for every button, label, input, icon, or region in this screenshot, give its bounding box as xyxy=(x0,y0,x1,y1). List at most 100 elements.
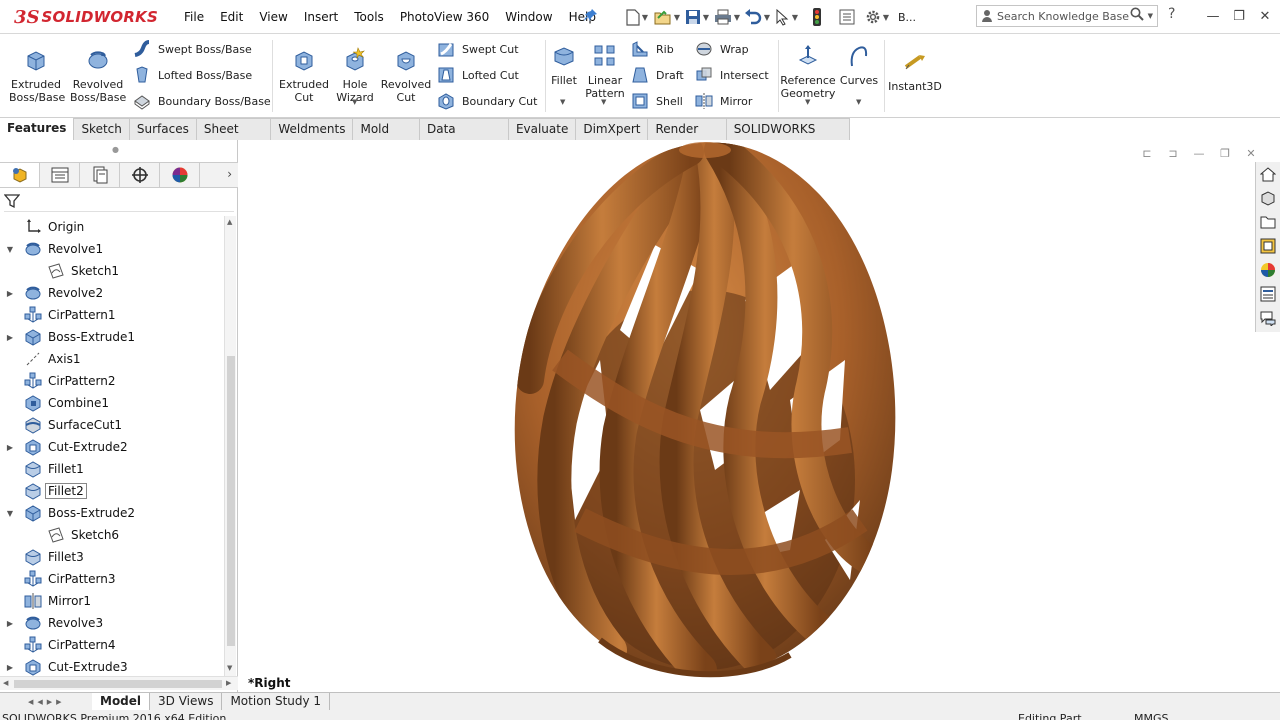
tree-item[interactable]: CirPattern1 xyxy=(0,304,224,326)
tab-features[interactable]: Features xyxy=(0,118,75,140)
tab-3d-views[interactable]: 3D Views xyxy=(150,692,223,711)
boundary-cut-button[interactable]: Boundary Cut xyxy=(436,90,537,112)
tab-navigation-arrows[interactable]: ◀◀▶▶ xyxy=(0,694,92,710)
tab-surfaces[interactable]: Surfaces xyxy=(129,118,197,140)
tree-item[interactable]: SurfaceCut1 xyxy=(0,414,224,436)
tree-item[interactable]: Origin xyxy=(0,216,224,238)
scroll-up-icon[interactable]: ▲ xyxy=(227,218,232,226)
tree-item[interactable]: ▶ Revolve3 xyxy=(0,612,224,634)
menu-window[interactable]: Window xyxy=(497,10,560,24)
tree-item[interactable]: Axis1 xyxy=(0,348,224,370)
unit-system[interactable]: MMGS xyxy=(1134,712,1169,720)
lofted-cut-button[interactable]: Lofted Cut xyxy=(436,64,519,86)
tab-addins[interactable]: SOLIDWORKS Add-Ins xyxy=(726,118,850,157)
print-button[interactable]: ▼ xyxy=(712,5,742,29)
revolved-boss-button[interactable]: Revolved Boss/Base xyxy=(70,40,126,112)
tab-sheet-metal[interactable]: Sheet Metal xyxy=(196,118,272,157)
scroll-down-icon[interactable]: ▼ xyxy=(227,664,232,672)
chevron-right-icon[interactable]: › xyxy=(227,167,232,181)
menu-edit[interactable]: Edit xyxy=(212,10,251,24)
rebuild-hint[interactable]: B... xyxy=(892,5,922,29)
boundary-boss-button[interactable]: Boundary Boss/Base xyxy=(132,90,271,112)
tree-item[interactable]: ▼ Boss-Extrude2 xyxy=(0,502,224,524)
tab-sketch[interactable]: Sketch xyxy=(74,118,130,140)
save-button[interactable]: ▼ xyxy=(682,5,712,29)
search-icon[interactable] xyxy=(1130,7,1144,25)
scroll-left-icon[interactable]: ◀ xyxy=(3,679,8,687)
tree-item[interactable]: ▶ Boss-Extrude1 xyxy=(0,326,224,348)
display-manager-tab[interactable] xyxy=(160,163,200,187)
tab-render-tools[interactable]: Render Tools xyxy=(648,118,727,157)
tree-item[interactable]: ▶ Cut-Extrude3 xyxy=(0,656,224,676)
expand-arrow-icon[interactable]: ▶ xyxy=(5,619,15,628)
tree-item[interactable]: CirPattern2 xyxy=(0,370,224,392)
new-document-button[interactable]: ▼ xyxy=(622,5,652,29)
extruded-boss-button[interactable]: Extruded Boss/Base xyxy=(8,40,65,112)
design-library-icon[interactable] xyxy=(1256,186,1280,210)
select-button[interactable]: ▼ xyxy=(772,5,802,29)
tab-data-migration[interactable]: Data Migration xyxy=(419,118,509,157)
file-explorer-icon[interactable] xyxy=(1256,210,1280,234)
rib-button[interactable]: Rib xyxy=(630,38,674,60)
property-manager-tab[interactable] xyxy=(40,163,80,187)
restore-icon[interactable]: ❐ xyxy=(1226,4,1252,28)
scroll-right-icon[interactable]: ▶ xyxy=(226,679,231,687)
fillet-dropdown-icon[interactable]: ▼ xyxy=(560,98,565,106)
dimxpert-manager-tab[interactable] xyxy=(120,163,160,187)
reference-geometry-dropdown-icon[interactable]: ▼ xyxy=(805,98,810,106)
tree-item[interactable]: CirPattern3 xyxy=(0,568,224,590)
search-dropdown-icon[interactable]: ▼ xyxy=(1148,12,1153,20)
twisted-egg-model[interactable] xyxy=(239,140,1280,692)
graphics-area[interactable]: ⊏ ⊐ — ❐ ✕ xyxy=(239,140,1280,692)
swept-boss-button[interactable]: Swept Boss/Base xyxy=(132,38,252,60)
custom-properties-icon[interactable] xyxy=(1256,282,1280,306)
expand-arrow-icon[interactable]: ▶ xyxy=(5,289,15,298)
solidworks-logo[interactable]: 3S SOLIDWORKS xyxy=(14,5,158,29)
tab-mold-tools[interactable]: Mold Tools xyxy=(353,118,420,157)
shell-button[interactable]: Shell xyxy=(630,90,683,112)
hole-wizard-dropdown-icon[interactable]: ▼ xyxy=(352,98,357,106)
tree-item[interactable]: ▼ Revolve1 xyxy=(0,238,224,260)
wrap-button[interactable]: Wrap xyxy=(694,38,749,60)
close-icon[interactable]: ✕ xyxy=(1252,4,1278,28)
expand-arrow-icon[interactable]: ▶ xyxy=(5,443,15,452)
feature-manager-tab[interactable] xyxy=(0,163,40,187)
tree-horizontal-scrollbar[interactable]: ◀ ▶ xyxy=(0,676,238,690)
linear-pattern-dropdown-icon[interactable]: ▼ xyxy=(601,98,606,106)
tab-weldments[interactable]: Weldments xyxy=(271,118,354,140)
tree-vertical-scrollbar[interactable]: ▲ ▼ xyxy=(224,216,236,676)
panel-grip-icon[interactable]: ● xyxy=(112,145,119,154)
tree-item[interactable]: Fillet1 xyxy=(0,458,224,480)
menu-insert[interactable]: Insert xyxy=(296,10,346,24)
file-properties-button[interactable] xyxy=(832,5,862,29)
tree-filter[interactable] xyxy=(3,192,234,212)
intersect-button[interactable]: Intersect xyxy=(694,64,769,86)
tree-item[interactable]: Sketch6 xyxy=(0,524,224,546)
appearances-icon[interactable] xyxy=(1256,258,1280,282)
tab-model[interactable]: Model xyxy=(92,692,151,711)
configuration-manager-tab[interactable] xyxy=(80,163,120,187)
revolved-cut-button[interactable]: Revolved Cut xyxy=(378,40,434,112)
view-palette-icon[interactable] xyxy=(1256,234,1280,258)
minimize-icon[interactable]: — xyxy=(1200,4,1226,28)
rebuild-button[interactable] xyxy=(802,5,832,29)
tree-item[interactable]: Combine1 xyxy=(0,392,224,414)
tree-item[interactable]: Mirror1 xyxy=(0,590,224,612)
tab-motion-study[interactable]: Motion Study 1 xyxy=(222,692,331,711)
home-icon[interactable] xyxy=(1256,162,1280,186)
expand-arrow-icon[interactable]: ▶ xyxy=(5,333,15,342)
menu-view[interactable]: View xyxy=(251,10,295,24)
tree-item[interactable]: ▶ Cut-Extrude2 xyxy=(0,436,224,458)
scroll-thumb[interactable] xyxy=(14,680,222,688)
menu-photoview[interactable]: PhotoView 360 xyxy=(392,10,497,24)
mirror-button[interactable]: Mirror xyxy=(694,90,752,112)
draft-button[interactable]: Draft xyxy=(630,64,684,86)
swept-cut-button[interactable]: Swept Cut xyxy=(436,38,519,60)
search-knowledge-base[interactable]: Search Knowledge Base ▼ xyxy=(976,5,1158,27)
collapse-arrow-icon[interactable]: ▼ xyxy=(5,245,15,254)
menu-file[interactable]: File xyxy=(176,10,212,24)
tree-item[interactable]: CirPattern4 xyxy=(0,634,224,656)
expand-arrow-icon[interactable]: ▶ xyxy=(5,663,15,672)
tab-dimxpert[interactable]: DimXpert xyxy=(576,118,649,140)
curves-dropdown-icon[interactable]: ▼ xyxy=(856,98,861,106)
